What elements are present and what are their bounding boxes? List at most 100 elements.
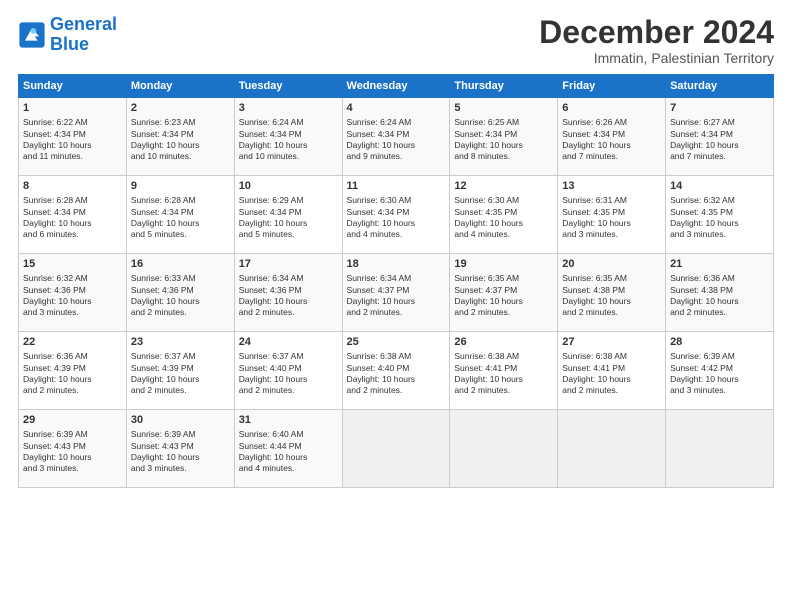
calendar-cell: 21Sunrise: 6:36 AMSunset: 4:38 PMDayligh… <box>666 254 774 332</box>
day-info-line: Daylight: 10 hours <box>239 296 338 307</box>
day-info-line: Daylight: 10 hours <box>454 296 553 307</box>
calendar-cell: 31Sunrise: 6:40 AMSunset: 4:44 PMDayligh… <box>234 410 342 488</box>
day-info-line: Sunrise: 6:23 AM <box>131 117 230 128</box>
calendar-cell: 15Sunrise: 6:32 AMSunset: 4:36 PMDayligh… <box>19 254 127 332</box>
day-info-line: Sunrise: 6:39 AM <box>670 351 769 362</box>
calendar-cell <box>558 410 666 488</box>
day-number: 9 <box>131 179 230 194</box>
calendar-cell: 5Sunrise: 6:25 AMSunset: 4:34 PMDaylight… <box>450 98 558 176</box>
day-info-line: and 6 minutes. <box>23 229 122 240</box>
day-info-line: and 4 minutes. <box>239 463 338 474</box>
day-info-line: Sunset: 4:44 PM <box>239 441 338 452</box>
day-info-line: Sunset: 4:37 PM <box>347 285 446 296</box>
day-info-line: Sunrise: 6:37 AM <box>131 351 230 362</box>
day-info-line: Sunrise: 6:35 AM <box>562 273 661 284</box>
day-info-line: Sunset: 4:34 PM <box>23 129 122 140</box>
day-info-line: Sunset: 4:40 PM <box>347 363 446 374</box>
day-info-line: and 2 minutes. <box>239 385 338 396</box>
day-info-line: Daylight: 10 hours <box>239 218 338 229</box>
day-info-line: Sunset: 4:34 PM <box>670 129 769 140</box>
day-number: 24 <box>239 335 338 350</box>
day-info-line: Sunrise: 6:36 AM <box>670 273 769 284</box>
day-info-line: Daylight: 10 hours <box>23 218 122 229</box>
day-info-line: Daylight: 10 hours <box>131 218 230 229</box>
day-info-line: Sunset: 4:34 PM <box>347 129 446 140</box>
calendar-cell: 1Sunrise: 6:22 AMSunset: 4:34 PMDaylight… <box>19 98 127 176</box>
day-info-line: Daylight: 10 hours <box>347 296 446 307</box>
day-info-line: Daylight: 10 hours <box>131 452 230 463</box>
day-info-line: and 2 minutes. <box>239 307 338 318</box>
day-info-line: Sunset: 4:34 PM <box>131 129 230 140</box>
calendar-week-5: 29Sunrise: 6:39 AMSunset: 4:43 PMDayligh… <box>19 410 774 488</box>
day-number: 8 <box>23 179 122 194</box>
calendar-cell: 30Sunrise: 6:39 AMSunset: 4:43 PMDayligh… <box>126 410 234 488</box>
day-info-line: Sunrise: 6:38 AM <box>347 351 446 362</box>
calendar-cell: 16Sunrise: 6:33 AMSunset: 4:36 PMDayligh… <box>126 254 234 332</box>
calendar-cell: 22Sunrise: 6:36 AMSunset: 4:39 PMDayligh… <box>19 332 127 410</box>
day-info-line: Sunrise: 6:40 AM <box>239 429 338 440</box>
day-info-line: Sunset: 4:34 PM <box>23 207 122 218</box>
day-info-line: and 2 minutes. <box>562 385 661 396</box>
day-info-line: Daylight: 10 hours <box>239 140 338 151</box>
day-number: 16 <box>131 257 230 272</box>
day-number: 13 <box>562 179 661 194</box>
day-info-line: Sunrise: 6:31 AM <box>562 195 661 206</box>
day-info-line: Daylight: 10 hours <box>454 218 553 229</box>
day-info-line: Daylight: 10 hours <box>239 452 338 463</box>
calendar-cell: 9Sunrise: 6:28 AMSunset: 4:34 PMDaylight… <box>126 176 234 254</box>
day-info-line: Sunrise: 6:27 AM <box>670 117 769 128</box>
day-info-line: Daylight: 10 hours <box>131 374 230 385</box>
calendar-cell: 19Sunrise: 6:35 AMSunset: 4:37 PMDayligh… <box>450 254 558 332</box>
day-info-line: and 8 minutes. <box>454 151 553 162</box>
month-title: December 2024 <box>539 15 774 50</box>
day-info-line: Sunrise: 6:24 AM <box>239 117 338 128</box>
day-number: 19 <box>454 257 553 272</box>
day-info-line: and 5 minutes. <box>239 229 338 240</box>
day-info-line: and 3 minutes. <box>23 463 122 474</box>
day-number: 2 <box>131 101 230 116</box>
day-number: 31 <box>239 413 338 428</box>
day-info-line: Daylight: 10 hours <box>454 374 553 385</box>
day-info-line: Sunset: 4:34 PM <box>131 207 230 218</box>
day-info-line: Sunset: 4:37 PM <box>454 285 553 296</box>
day-info-line: and 4 minutes. <box>347 229 446 240</box>
day-info-line: Sunrise: 6:29 AM <box>239 195 338 206</box>
day-info-line: Sunset: 4:35 PM <box>562 207 661 218</box>
calendar-header-row: SundayMondayTuesdayWednesdayThursdayFrid… <box>19 75 774 98</box>
day-info-line: Sunrise: 6:37 AM <box>239 351 338 362</box>
day-info-line: and 7 minutes. <box>670 151 769 162</box>
day-info-line: and 2 minutes. <box>562 307 661 318</box>
day-info-line: Daylight: 10 hours <box>23 452 122 463</box>
day-info-line: Sunset: 4:34 PM <box>347 207 446 218</box>
day-number: 21 <box>670 257 769 272</box>
day-info-line: and 2 minutes. <box>131 385 230 396</box>
day-info-line: Daylight: 10 hours <box>562 296 661 307</box>
day-info-line: Daylight: 10 hours <box>347 218 446 229</box>
calendar-cell: 4Sunrise: 6:24 AMSunset: 4:34 PMDaylight… <box>342 98 450 176</box>
day-info-line: Sunset: 4:42 PM <box>670 363 769 374</box>
day-info-line: Sunrise: 6:34 AM <box>347 273 446 284</box>
col-header-sunday: Sunday <box>19 75 127 98</box>
day-info-line: Sunrise: 6:22 AM <box>23 117 122 128</box>
col-header-thursday: Thursday <box>450 75 558 98</box>
calendar-week-2: 8Sunrise: 6:28 AMSunset: 4:34 PMDaylight… <box>19 176 774 254</box>
day-number: 15 <box>23 257 122 272</box>
day-info-line: Sunrise: 6:30 AM <box>454 195 553 206</box>
day-info-line: Sunset: 4:41 PM <box>562 363 661 374</box>
day-info-line: Daylight: 10 hours <box>23 296 122 307</box>
day-info-line: and 10 minutes. <box>131 151 230 162</box>
col-header-monday: Monday <box>126 75 234 98</box>
calendar-table: SundayMondayTuesdayWednesdayThursdayFrid… <box>18 74 774 488</box>
calendar-cell: 12Sunrise: 6:30 AMSunset: 4:35 PMDayligh… <box>450 176 558 254</box>
day-info-line: Sunrise: 6:28 AM <box>131 195 230 206</box>
day-number: 11 <box>347 179 446 194</box>
day-info-line: Sunrise: 6:28 AM <box>23 195 122 206</box>
day-info-line: and 2 minutes. <box>454 385 553 396</box>
location-subtitle: Immatin, Palestinian Territory <box>539 50 774 66</box>
day-number: 12 <box>454 179 553 194</box>
day-number: 25 <box>347 335 446 350</box>
calendar-cell: 14Sunrise: 6:32 AMSunset: 4:35 PMDayligh… <box>666 176 774 254</box>
calendar-cell: 3Sunrise: 6:24 AMSunset: 4:34 PMDaylight… <box>234 98 342 176</box>
day-info-line: Daylight: 10 hours <box>23 374 122 385</box>
day-info-line: and 2 minutes. <box>454 307 553 318</box>
